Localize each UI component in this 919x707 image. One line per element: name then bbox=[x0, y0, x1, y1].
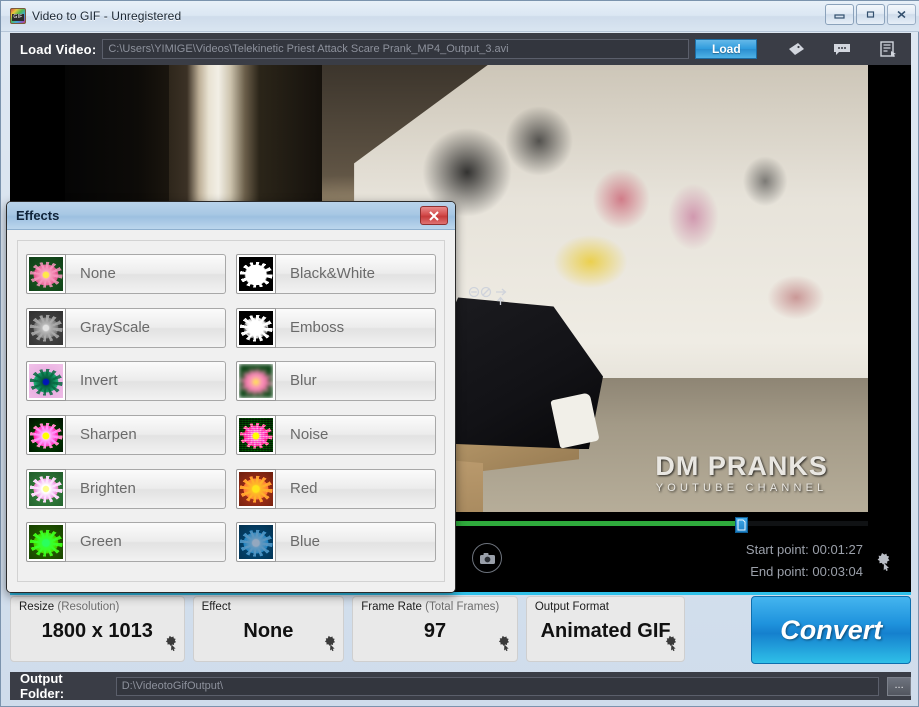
browse-folder-button[interactable]: ... bbox=[887, 676, 911, 696]
output-format-option[interactable]: Output Format Animated GIF bbox=[525, 596, 686, 662]
window-controls bbox=[825, 4, 916, 25]
effect-thumbnail-icon bbox=[26, 415, 66, 455]
close-button[interactable] bbox=[887, 4, 916, 25]
effect-item-label: Black&White bbox=[276, 254, 436, 294]
effect-item-grayscale[interactable]: GrayScale bbox=[26, 307, 226, 349]
effect-thumbnail-icon bbox=[236, 254, 276, 294]
output-format-value: Animated GIF bbox=[540, 620, 671, 642]
effect-item-label: GrayScale bbox=[66, 307, 226, 348]
effect-thumbnail-icon bbox=[26, 468, 66, 509]
video-path-input[interactable]: C:\Users\YIMIGE\Videos\Telekinetic Pries… bbox=[102, 39, 690, 59]
effect-thumbnail-icon bbox=[236, 361, 276, 402]
frame-rate-value: 97 bbox=[423, 620, 447, 642]
app-window: GIF Video to GIF - Unregistered Load Vid… bbox=[0, 0, 919, 707]
effect-thumbnail-icon bbox=[26, 254, 66, 294]
effect-thumbnail-icon bbox=[26, 307, 66, 348]
load-video-bar: Load Video: C:\Users\YIMIGE\Videos\Telek… bbox=[10, 33, 911, 65]
minimize-button[interactable] bbox=[825, 4, 854, 25]
frame-rate-label: Frame Rate (Total Frames) bbox=[361, 601, 500, 613]
seek-handle[interactable] bbox=[734, 517, 748, 533]
resize-value: 1800 x 1013 bbox=[41, 620, 153, 642]
effect-item-label: Blue bbox=[276, 522, 436, 563]
effect-value: None bbox=[243, 620, 294, 642]
effects-dialog-title: Effects bbox=[16, 208, 60, 223]
effect-item-black-white[interactable]: Black&White bbox=[236, 253, 436, 295]
trim-points: Start point: 00:01:27 End point: 00:03:0… bbox=[746, 539, 863, 583]
gif-app-icon: GIF bbox=[10, 8, 26, 24]
start-point-label: Start point: 00:01:27 bbox=[745, 542, 863, 557]
effect-gear-icon[interactable] bbox=[321, 635, 338, 657]
title-bar: GIF Video to GIF - Unregistered bbox=[1, 1, 919, 32]
end-point-label: End point: 00:03:04 bbox=[750, 564, 863, 579]
effect-item-brighten[interactable]: Brighten bbox=[26, 468, 226, 510]
effects-dialog-close-button[interactable] bbox=[420, 206, 448, 225]
effect-item-label: Invert bbox=[66, 361, 226, 402]
output-folder-label: Output Folder: bbox=[20, 671, 65, 701]
effects-dialog: Effects None Black&White GrayScale Emboss In… bbox=[6, 201, 456, 593]
output-format-label: Output Format bbox=[534, 601, 609, 613]
effect-thumbnail-icon bbox=[236, 468, 276, 509]
tag-icon[interactable] bbox=[785, 39, 807, 59]
effect-item-invert[interactable]: Invert bbox=[26, 360, 226, 402]
output-folder-input[interactable]: D:\VideotoGifOutput\ bbox=[115, 676, 880, 696]
load-video-label: Load Video: bbox=[20, 41, 97, 57]
effect-item-blue[interactable]: Blue bbox=[236, 521, 436, 563]
effects-grid: None Black&White GrayScale Emboss Invert Blur… bbox=[17, 240, 445, 582]
maximize-button[interactable] bbox=[856, 4, 885, 25]
effect-item-label: None bbox=[66, 254, 226, 294]
effect-item-label: Sharpen bbox=[66, 415, 226, 455]
effect-item-label: Brighten bbox=[66, 468, 226, 509]
options-bar: Resize (Resolution) 1800 x 1013 Effect N… bbox=[10, 596, 911, 668]
output-format-gear-icon[interactable] bbox=[662, 635, 679, 657]
effect-thumbnail-icon bbox=[236, 307, 276, 348]
effect-thumbnail-icon bbox=[236, 415, 276, 455]
effect-thumbnail-icon bbox=[26, 522, 66, 563]
effect-item-emboss[interactable]: Emboss bbox=[236, 307, 436, 349]
resize-option[interactable]: Resize (Resolution) 1800 x 1013 bbox=[10, 596, 185, 662]
trim-settings-gear-icon[interactable] bbox=[873, 552, 893, 577]
video-overlay-tools[interactable] bbox=[468, 283, 516, 311]
effect-item-none[interactable]: None bbox=[26, 253, 226, 295]
effect-item-label: Green bbox=[66, 522, 226, 563]
comment-icon[interactable] bbox=[831, 39, 853, 59]
effect-item-label: Blur bbox=[276, 361, 436, 402]
toolbar-icons bbox=[785, 39, 899, 59]
video-watermark: DM PRANKS YOUTUBE CHANNEL bbox=[655, 451, 828, 495]
effect-item-blur[interactable]: Blur bbox=[236, 360, 436, 402]
frame-rate-option[interactable]: Frame Rate (Total Frames) 97 bbox=[352, 596, 518, 662]
effects-dialog-title-bar: Effects bbox=[7, 202, 455, 230]
effects-dialog-body: None Black&White GrayScale Emboss Invert Blur… bbox=[7, 230, 455, 592]
watermark-line-2: YOUTUBE CHANNEL bbox=[655, 482, 828, 495]
resize-label: Resize (Resolution) bbox=[19, 601, 120, 613]
effect-item-label: Red bbox=[276, 468, 436, 509]
watermark-line-1: DM PRANKS bbox=[655, 451, 828, 482]
load-button[interactable]: Load bbox=[695, 39, 758, 59]
effect-label: Effect bbox=[201, 601, 231, 613]
convert-button[interactable]: Convert bbox=[751, 596, 911, 664]
output-folder-bar: Output Folder: D:\VideotoGifOutput\ ... bbox=[10, 671, 911, 701]
effect-item-red[interactable]: Red bbox=[236, 468, 436, 510]
effect-item-noise[interactable]: Noise bbox=[236, 414, 436, 456]
register-icon[interactable] bbox=[877, 39, 899, 59]
frame-rate-gear-icon[interactable] bbox=[495, 635, 512, 657]
effect-item-sharpen[interactable]: Sharpen bbox=[26, 414, 226, 456]
effect-option[interactable]: Effect None bbox=[192, 596, 345, 662]
effect-item-label: Emboss bbox=[276, 307, 436, 348]
effect-thumbnail-icon bbox=[26, 361, 66, 402]
effect-item-label: Noise bbox=[276, 415, 436, 455]
window-title: Video to GIF - Unregistered bbox=[32, 9, 182, 23]
effect-item-green[interactable]: Green bbox=[26, 521, 226, 563]
effect-thumbnail-icon bbox=[236, 522, 276, 563]
snapshot-button[interactable] bbox=[472, 543, 502, 573]
resize-gear-icon[interactable] bbox=[162, 635, 179, 657]
